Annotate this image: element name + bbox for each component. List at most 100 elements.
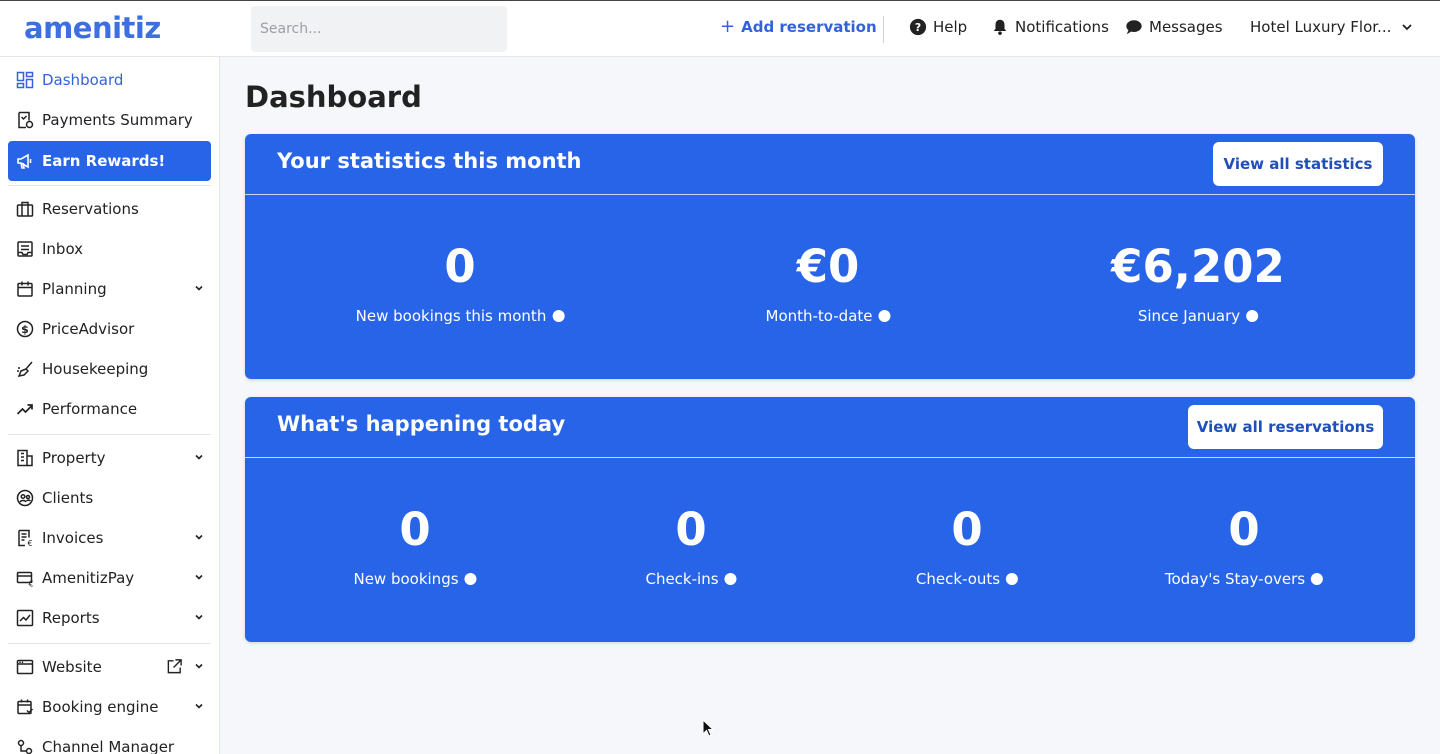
header-divider xyxy=(883,16,884,43)
sidebar-divider xyxy=(8,643,211,644)
chevron-down-icon xyxy=(195,534,203,540)
chart-icon xyxy=(14,607,36,629)
sidebar-item-label: AmenitizPay xyxy=(42,569,135,587)
card-icon: € xyxy=(14,567,36,589)
card-divider xyxy=(245,457,1415,458)
bell-icon xyxy=(993,19,1007,35)
sidebar-item-label: Dashboard xyxy=(42,71,124,89)
stat-check-outs: 0 Check-outs xyxy=(915,502,1019,588)
sidebar-item-label: Housekeeping xyxy=(42,360,149,378)
statistics-card: Your statistics this month View all stat… xyxy=(245,134,1415,379)
sidebar-item-label: Website xyxy=(42,658,102,676)
stat-value: €0 xyxy=(796,240,860,293)
stat-stay-overs: 0 Today's Stay-overs xyxy=(1164,502,1324,588)
chevron-down-icon xyxy=(195,574,203,580)
booking-icon xyxy=(14,696,36,718)
sidebar-item-reports[interactable]: Reports xyxy=(8,598,211,638)
view-all-reservations-button[interactable]: View all reservations xyxy=(1188,405,1383,449)
add-reservation-label: Add reservation xyxy=(741,18,877,36)
chevron-down-icon xyxy=(195,454,203,460)
messages-label: Messages xyxy=(1149,18,1223,36)
page-title: Dashboard xyxy=(245,80,422,114)
amenitiz-logo[interactable]: amenitiz xyxy=(24,11,161,45)
sidebar-item-earn-rewards[interactable]: Earn Rewards! xyxy=(8,141,211,181)
sidebar-item-label: Channel Manager xyxy=(42,738,175,754)
sidebar-item-dashboard[interactable]: Dashboard xyxy=(8,60,211,100)
inbox-icon xyxy=(14,238,36,260)
sidebar-item-performance[interactable]: Performance xyxy=(8,389,211,429)
hotel-selector[interactable]: Hotel Luxury Flor... xyxy=(1250,18,1413,36)
clients-icon xyxy=(14,487,36,509)
stat-new-bookings: 0 New bookings xyxy=(353,502,477,588)
help-button[interactable]: ? Help xyxy=(909,18,967,36)
sidebar-item-invoices[interactable]: € Invoices xyxy=(8,518,211,558)
stat-label: Check-ins xyxy=(645,570,719,588)
stat-check-ins: 0 Check-ins xyxy=(645,502,737,588)
info-dot-icon[interactable] xyxy=(464,573,477,585)
sidebar-item-inbox[interactable]: Inbox xyxy=(8,229,211,269)
external-link-icon[interactable] xyxy=(166,658,183,675)
chevron-down-icon xyxy=(195,285,203,291)
info-dot-icon[interactable] xyxy=(1311,573,1324,585)
dollar-icon: $ xyxy=(14,318,36,340)
calendar-icon xyxy=(14,278,36,300)
plus-icon: + xyxy=(720,16,736,37)
notifications-label: Notifications xyxy=(1015,18,1109,36)
card-divider xyxy=(245,194,1415,195)
add-reservation-button[interactable]: + Add reservation xyxy=(720,16,877,37)
stat-new-bookings-month: 0 New bookings this month xyxy=(356,239,565,325)
stat-value: 0 xyxy=(951,503,983,556)
broom-icon xyxy=(14,358,36,380)
stat-since-january: €6,202 Since January xyxy=(1111,239,1285,325)
messages-button[interactable]: Messages xyxy=(1125,18,1223,36)
stat-label: Since January xyxy=(1137,307,1241,325)
info-dot-icon[interactable] xyxy=(552,310,565,322)
svg-text:€: € xyxy=(28,580,33,588)
card-title: What's happening today xyxy=(277,412,566,436)
card-title: Your statistics this month xyxy=(277,149,582,173)
info-dot-icon[interactable] xyxy=(724,573,737,585)
sidebar-divider xyxy=(8,434,211,435)
megaphone-icon xyxy=(14,150,36,172)
sidebar-item-reservations[interactable]: Reservations xyxy=(8,189,211,229)
sidebar-divider xyxy=(8,185,211,186)
sidebar-item-website[interactable]: Website xyxy=(8,647,211,687)
svg-text:?: ? xyxy=(915,21,921,34)
sidebar-item-priceadvisor[interactable]: $ PriceAdvisor xyxy=(8,309,211,349)
sidebar-item-label: Performance xyxy=(42,400,138,418)
stat-label: New bookings xyxy=(353,570,459,588)
sidebar-item-label: Planning xyxy=(42,280,107,298)
stat-label: Month-to-date xyxy=(765,307,873,325)
stat-value: 0 xyxy=(1228,503,1260,556)
view-all-statistics-button[interactable]: View all statistics xyxy=(1213,142,1383,186)
stat-value: 0 xyxy=(675,503,707,556)
sidebar-item-property[interactable]: Property xyxy=(8,438,211,478)
building-icon xyxy=(14,447,36,469)
search-input[interactable] xyxy=(251,6,507,52)
info-dot-icon[interactable] xyxy=(878,310,891,322)
sidebar-item-channel-manager[interactable]: Channel Manager xyxy=(8,727,211,754)
sidebar-item-booking-engine[interactable]: Booking engine xyxy=(8,687,211,727)
sidebar-item-housekeeping[interactable]: Housekeeping xyxy=(8,349,211,389)
chevron-down-icon xyxy=(195,614,203,620)
info-dot-icon[interactable] xyxy=(1246,310,1259,322)
svg-text:€: € xyxy=(27,539,32,547)
notifications-button[interactable]: Notifications xyxy=(991,18,1109,36)
sidebar-item-label: Invoices xyxy=(42,529,104,547)
channel-icon xyxy=(14,736,36,754)
info-dot-icon[interactable] xyxy=(1006,573,1019,585)
sidebar-item-label: Property xyxy=(42,449,106,467)
invoice-icon: € xyxy=(14,527,36,549)
top-bar: amenitiz + Add reservation ? Help Notifi… xyxy=(0,0,1440,57)
sidebar-item-planning[interactable]: Planning xyxy=(8,269,211,309)
sidebar-item-payments-summary[interactable]: Payments Summary xyxy=(8,100,211,140)
sidebar-item-label: Inbox xyxy=(42,240,84,258)
sidebar-item-clients[interactable]: Clients xyxy=(8,478,211,518)
sidebar-item-amenitizpay[interactable]: € AmenitizPay xyxy=(8,558,211,598)
help-icon: ? xyxy=(909,18,927,36)
stat-value: 0 xyxy=(444,240,476,293)
stat-label: Check-outs xyxy=(915,570,1001,588)
stat-month-to-date: €0 Month-to-date xyxy=(766,239,891,325)
hotel-name: Hotel Luxury Flor... xyxy=(1250,18,1392,36)
stat-label: Today's Stay-overs xyxy=(1164,570,1306,588)
